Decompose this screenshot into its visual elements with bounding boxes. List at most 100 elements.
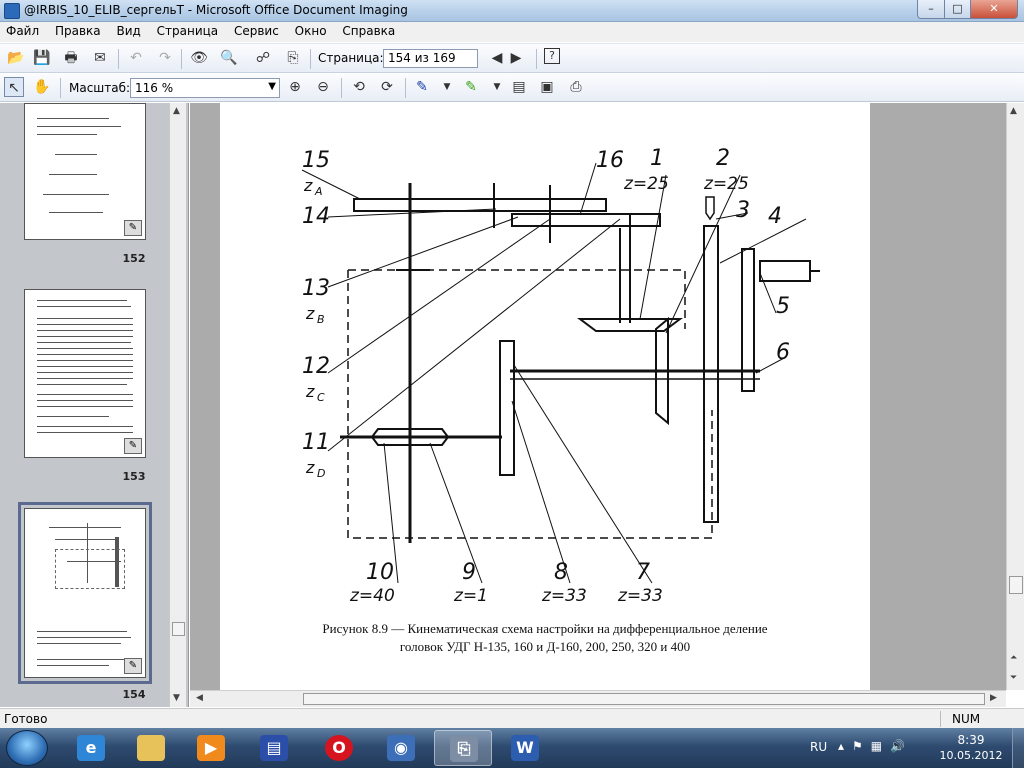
menu-tools[interactable]: Сервис bbox=[228, 22, 285, 38]
undo-icon[interactable]: ↶ bbox=[126, 48, 146, 68]
select-pointer-icon[interactable]: ↖ bbox=[4, 77, 24, 97]
label-zd: z bbox=[305, 458, 315, 477]
ocr-icon[interactable]: ☍ bbox=[253, 48, 273, 68]
taskbar-opera[interactable]: O bbox=[310, 730, 368, 766]
figure-caption-line2: головок УДГ Н-135, 160 и Д-160, 200, 250… bbox=[399, 639, 691, 654]
zoom-out-icon[interactable]: ⊖ bbox=[313, 77, 333, 97]
document-horizontal-scrollbar[interactable]: ◀ ▶ bbox=[190, 690, 1006, 707]
scroll-thumb[interactable] bbox=[1009, 576, 1023, 594]
label-zb-sub: B bbox=[317, 313, 325, 326]
page-number-field[interactable]: 154 из 169 bbox=[383, 49, 478, 68]
rotate-right-icon[interactable]: ⟳ bbox=[377, 77, 397, 97]
flag-icon[interactable]: ⚑ bbox=[852, 739, 871, 753]
show-desktop-button[interactable] bbox=[1012, 728, 1024, 768]
save-icon[interactable]: 💾 bbox=[32, 48, 52, 68]
language-indicator[interactable]: RU bbox=[810, 740, 827, 754]
taskbar: e ▶ ▤ O ◉ ⎘ W RU ▴⚑▦🔊 8:39 10.05.2012 bbox=[0, 728, 1024, 768]
thumbnail-page-154[interactable]: ✎ bbox=[24, 508, 146, 678]
text-box-icon[interactable]: ▤ bbox=[509, 77, 529, 97]
tray-arrow-icon[interactable]: ▴ bbox=[838, 739, 852, 753]
highlighter-dropdown-icon[interactable]: ▼ bbox=[487, 77, 507, 97]
status-bar: Готово NUM bbox=[0, 708, 1024, 728]
clock-time[interactable]: 8:39 bbox=[936, 733, 1006, 747]
taskbar-word[interactable]: W bbox=[496, 730, 554, 766]
reading-view-icon[interactable]: 👁 bbox=[189, 48, 209, 68]
redo-icon[interactable]: ↷ bbox=[155, 48, 175, 68]
taskbar-save-app[interactable]: ▤ bbox=[245, 730, 303, 766]
prev-page-icon[interactable]: ◀ bbox=[487, 48, 507, 68]
doc-imaging-icon: ⎘ bbox=[450, 736, 478, 762]
menu-help[interactable]: Справка bbox=[336, 22, 401, 38]
send-ocr-icon[interactable]: ⎙ bbox=[566, 77, 586, 97]
menu-edit[interactable]: Правка bbox=[49, 22, 107, 38]
label-12: 12 bbox=[302, 354, 330, 379]
menu-page[interactable]: Страница bbox=[151, 22, 225, 38]
taskbar-irfan[interactable]: ◉ bbox=[372, 730, 430, 766]
picture-icon[interactable]: ▣ bbox=[537, 77, 557, 97]
zoom-value: 116 % bbox=[135, 81, 174, 95]
taskbar-doc-imaging[interactable]: ⎘ bbox=[434, 730, 492, 766]
label-15: 15 bbox=[302, 148, 330, 173]
start-button[interactable] bbox=[6, 730, 48, 766]
kinematic-diagram: 15 z A 14 16 1 z=25 2 z=25 3 4 5 6 13 z … bbox=[301, 146, 820, 606]
pen-icon[interactable]: ✎ bbox=[412, 77, 432, 97]
label-3: 3 bbox=[736, 198, 750, 223]
document-view: 15 z A 14 16 1 z=25 2 z=25 3 4 5 6 13 z … bbox=[190, 103, 1006, 690]
taskbar-media-player[interactable]: ▶ bbox=[182, 730, 240, 766]
taskbar-explorer[interactable] bbox=[122, 730, 180, 766]
taskbar-ie[interactable]: e bbox=[62, 730, 120, 766]
scroll-down-icon[interactable]: ▼ bbox=[173, 693, 180, 703]
document-vertical-scrollbar[interactable]: ▲ ⏶ ⏷ bbox=[1006, 103, 1024, 690]
thumbnail-page-152[interactable]: ✎ bbox=[24, 103, 146, 240]
tray-icons[interactable]: ▴⚑▦🔊 bbox=[838, 739, 913, 753]
menu-view[interactable]: Вид bbox=[110, 22, 146, 38]
highlighter-icon[interactable]: ✎ bbox=[461, 77, 481, 97]
print-icon[interactable]: 🖶 bbox=[61, 48, 81, 68]
zoom-select[interactable]: 116 % ▼ bbox=[130, 78, 280, 98]
label-z8: z=33 bbox=[541, 586, 587, 606]
label-2: 2 bbox=[716, 146, 730, 171]
close-button[interactable]: ✕ bbox=[970, 0, 1018, 19]
thumbnail-page-153[interactable]: ✎ bbox=[24, 289, 146, 458]
scroll-thumb[interactable] bbox=[172, 622, 185, 636]
maximize-button[interactable]: □ bbox=[944, 0, 971, 19]
help-icon[interactable]: ? bbox=[544, 48, 560, 64]
thumbnail-label: 153 bbox=[122, 470, 146, 483]
page-up-icon[interactable]: ⏶ bbox=[1010, 653, 1017, 663]
label-1: 1 bbox=[650, 146, 664, 171]
volume-icon[interactable]: 🔊 bbox=[890, 739, 913, 753]
num-lock-indicator: NUM bbox=[952, 712, 981, 726]
scroll-up-icon[interactable]: ▲ bbox=[173, 106, 180, 116]
zoom-in-icon[interactable]: ⊕ bbox=[285, 77, 305, 97]
rotate-left-icon[interactable]: ⟲ bbox=[349, 77, 369, 97]
next-page-icon[interactable]: ▶ bbox=[506, 48, 526, 68]
pen-dropdown-icon[interactable]: ▼ bbox=[437, 77, 457, 97]
label-10: 10 bbox=[366, 560, 394, 585]
scroll-right-icon[interactable]: ▶ bbox=[990, 693, 997, 703]
network-icon[interactable]: ▦ bbox=[871, 739, 890, 753]
label-11: 11 bbox=[302, 430, 330, 455]
find-icon[interactable]: 🔍 bbox=[219, 48, 239, 68]
ocr-badge-icon: ✎ bbox=[124, 658, 142, 674]
label-zc: z bbox=[305, 382, 315, 401]
scroll-thumb[interactable] bbox=[303, 693, 985, 705]
thumbnail-scrollbar[interactable]: ▲ ▼ bbox=[169, 103, 186, 707]
save-app-icon: ▤ bbox=[260, 735, 288, 761]
ocr-send-icon[interactable]: ⎘ bbox=[283, 48, 303, 68]
send-icon[interactable]: ✉ bbox=[90, 48, 110, 68]
scroll-left-icon[interactable]: ◀ bbox=[196, 693, 203, 703]
ocr-badge-icon: ✎ bbox=[124, 438, 142, 454]
annotation-toolbar: ↖ ✋ Масштаб: 116 % ▼ ⊕ ⊖ ⟲ ⟳ ✎ ▼ ✎ ▼ ▤ ▣ … bbox=[0, 74, 1024, 102]
label-8: 8 bbox=[554, 560, 568, 585]
menu-file[interactable]: Файл bbox=[0, 22, 45, 38]
hand-pan-icon[interactable]: ✋ bbox=[32, 77, 52, 97]
page-down-icon[interactable]: ⏷ bbox=[1010, 673, 1017, 683]
status-text: Готово bbox=[4, 712, 48, 726]
minimize-button[interactable]: – bbox=[917, 0, 945, 19]
label-zd-sub: D bbox=[317, 467, 325, 480]
clock-date[interactable]: 10.05.2012 bbox=[936, 749, 1006, 762]
thumbnail-label: 152 bbox=[122, 252, 146, 265]
open-icon[interactable]: 📂 bbox=[6, 48, 26, 68]
menu-window[interactable]: Окно bbox=[289, 22, 333, 38]
scroll-up-icon[interactable]: ▲ bbox=[1010, 106, 1017, 116]
